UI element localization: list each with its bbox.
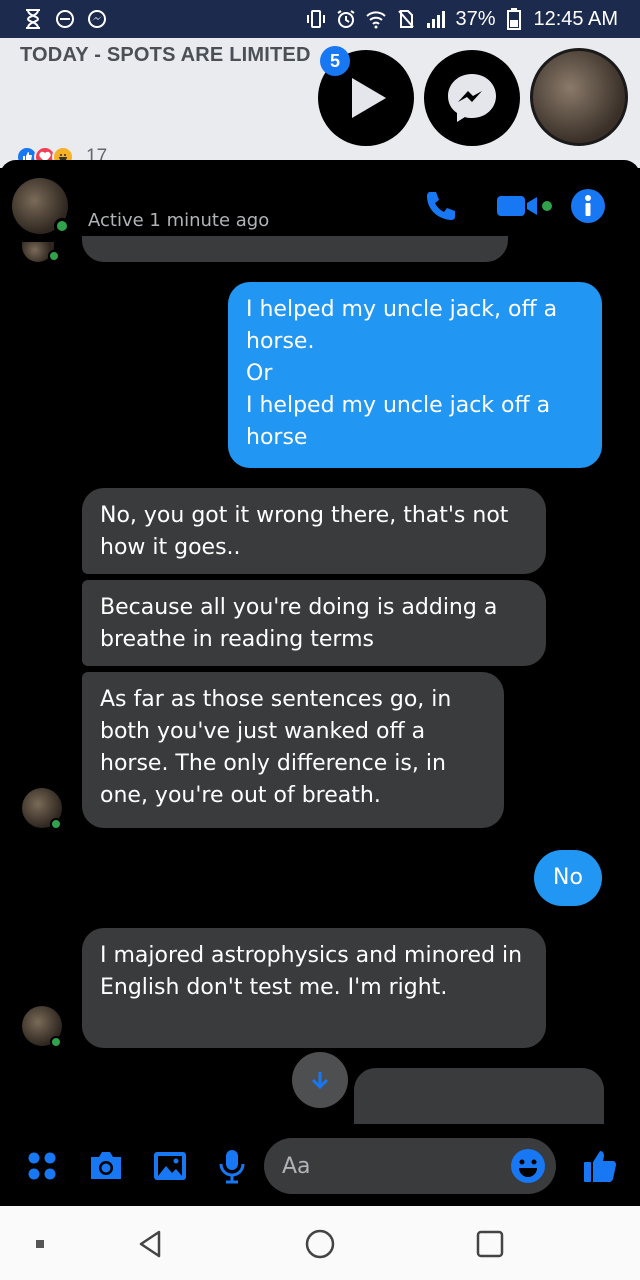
- messenger-icon: [86, 8, 108, 30]
- earlier-message-bubble-partial: [82, 236, 508, 262]
- active-status: Active 1 minute ago: [88, 210, 270, 231]
- vibrate-icon: [305, 8, 327, 30]
- recents-icon: [476, 1230, 504, 1258]
- voice-call-button[interactable]: [420, 186, 460, 226]
- outgoing-message[interactable]: No: [534, 850, 602, 906]
- like-send-button[interactable]: [580, 1146, 620, 1186]
- gallery-button[interactable]: [150, 1146, 190, 1186]
- mic-icon: [219, 1150, 245, 1184]
- more-actions-button[interactable]: [22, 1146, 62, 1186]
- incoming-message[interactable]: As far as those sentences go, in both yo…: [82, 672, 504, 828]
- status-bar: 37% 12:45 AM: [0, 0, 640, 38]
- wifi-icon: [365, 8, 387, 30]
- recents-button[interactable]: [470, 1224, 510, 1264]
- camera-button[interactable]: [86, 1146, 126, 1186]
- incoming-message[interactable]: I majored astrophysics and minored in En…: [82, 928, 546, 1048]
- online-indicator: [50, 818, 62, 830]
- hourglass-icon: [22, 8, 44, 30]
- home-icon: [305, 1229, 335, 1259]
- message-input-wrapper: [264, 1138, 556, 1194]
- android-nav-bar: [0, 1206, 640, 1280]
- gallery-icon: [154, 1152, 186, 1180]
- nav-dot: [20, 1224, 60, 1264]
- battery-icon: [503, 8, 525, 30]
- message-composer: [0, 1124, 640, 1206]
- thumbs-up-icon: [584, 1151, 616, 1182]
- info-icon: [571, 189, 605, 223]
- play-icon: [352, 78, 386, 118]
- home-button[interactable]: [300, 1224, 340, 1264]
- messenger-icon: [448, 74, 496, 122]
- chat-header: Active 1 minute ago: [0, 160, 640, 248]
- video-icon: [497, 196, 552, 216]
- alarm-icon: [335, 8, 357, 30]
- online-indicator: [50, 1036, 62, 1048]
- unread-badge: 5: [320, 46, 350, 76]
- info-button[interactable]: [568, 186, 608, 226]
- phone-icon: [427, 192, 455, 220]
- messenger-chat-head[interactable]: [424, 50, 520, 146]
- online-indicator: [54, 218, 70, 234]
- incoming-message[interactable]: No, you got it wrong there, that's not h…: [82, 488, 546, 574]
- contact-chat-head-avatar[interactable]: [530, 48, 628, 146]
- no-sim-icon: [395, 8, 417, 30]
- apps-icon: [28, 1152, 56, 1180]
- back-icon: [139, 1230, 161, 1258]
- outgoing-message[interactable]: I helped my uncle jack, off a horse. Or …: [228, 282, 602, 468]
- chat-panel: Active 1 minute ago I helped my uncle ja…: [0, 160, 640, 1206]
- clock: 12:45 AM: [533, 7, 618, 30]
- minus-circle-icon: [54, 8, 76, 30]
- incoming-message[interactable]: Because all you're doing is adding a bre…: [82, 580, 546, 666]
- back-button[interactable]: [130, 1224, 170, 1264]
- camera-icon: [91, 1152, 121, 1179]
- post-title: TODAY - SPOTS ARE LIMITED: [20, 44, 311, 66]
- video-call-button[interactable]: [494, 186, 554, 226]
- battery-percent: 37%: [455, 7, 496, 30]
- typing-indicator-bubble: [354, 1068, 604, 1128]
- voice-message-button[interactable]: [212, 1146, 252, 1186]
- scroll-to-bottom-button[interactable]: [292, 1052, 348, 1108]
- message-input[interactable]: [282, 1148, 502, 1184]
- signal-icon: [425, 8, 447, 30]
- arrow-down-icon: [311, 1072, 329, 1090]
- emoji-icon[interactable]: [510, 1148, 546, 1184]
- dot-icon: [36, 1240, 44, 1248]
- online-indicator: [48, 250, 60, 262]
